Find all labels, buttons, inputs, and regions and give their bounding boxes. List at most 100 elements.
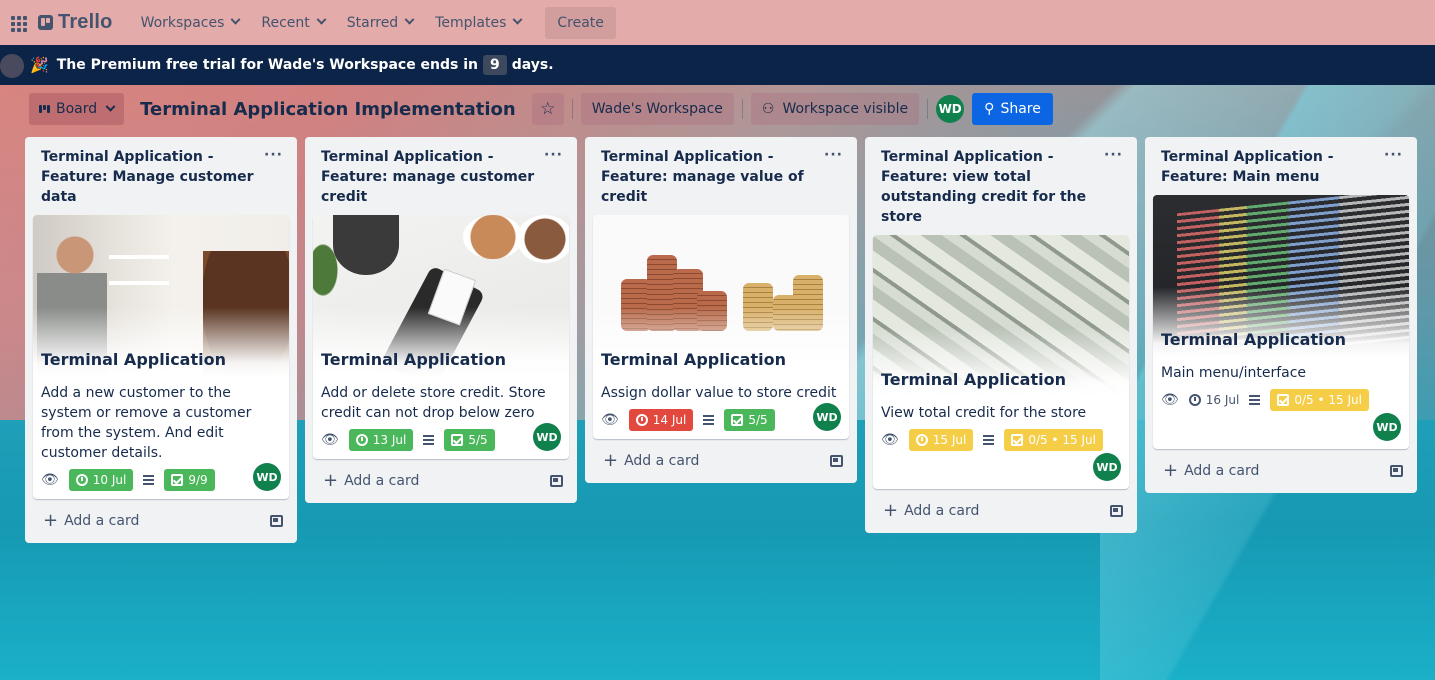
card-title: View total credit for the store [881,405,1087,421]
clock-icon [355,434,368,446]
card-member-avatar[interactable]: WD [1093,453,1121,481]
nav-starred[interactable]: Starred [337,7,423,39]
description-icon [423,435,435,445]
nav-starred-label: Starred [346,14,399,31]
nav-recent-label: Recent [261,14,310,31]
card-cover-image: Terminal Application [33,215,289,377]
visibility-button[interactable]: ⚇ Workspace visible [750,93,920,125]
plus-icon: + [883,500,899,521]
list-title[interactable]: Terminal Application - Feature: manage v… [601,147,821,207]
card-member-avatar[interactable]: WD [533,423,561,451]
banner-suffix: days. [511,57,554,73]
card-template-icon[interactable] [1390,465,1403,477]
due-date-badge[interactable]: 16 Jul [1188,389,1240,411]
card-badges: 👁 16 Jul 0/5 • 15 Jul [1161,389,1401,411]
list-menu-icon[interactable]: ··· [824,147,843,207]
trello-logo[interactable]: Trello [38,11,113,34]
add-card-label: Add a card [64,513,140,529]
trial-banner: 🎉 The Premium free trial for Wade's Work… [0,45,1435,85]
checklist-icon [451,434,464,446]
list-menu-icon[interactable]: ··· [1384,147,1403,187]
chevron-down-icon [316,14,327,25]
list-view-total-outstanding-credit: Terminal Application - Feature: view tot… [865,137,1137,533]
clock-icon [1188,394,1201,406]
card-template-icon[interactable] [550,475,563,487]
watching-icon: 👁 [881,432,899,448]
header-divider [927,99,929,119]
add-card-button[interactable]: + Add a card [323,470,420,491]
card-title: Main menu/interface [1161,365,1307,381]
card[interactable]: Terminal Application Assign dollar value… [593,215,849,439]
list-menu-icon[interactable]: ··· [1104,147,1123,227]
top-navigation: Trello Workspaces Recent Starred Templat… [0,0,1435,45]
card-title: Add or delete store credit. Store credit… [321,385,546,421]
nav-recent[interactable]: Recent [251,7,334,39]
checklist-badge: 0/5 • 15 Jul [1004,429,1103,451]
due-date-text: 15 Jul [932,433,967,447]
list-title[interactable]: Terminal Application - Feature: Main men… [1161,147,1381,187]
people-icon: ⚇ [761,101,775,117]
due-date-text: 13 Jul [372,433,407,447]
card[interactable]: Terminal Application Add or delete store… [313,215,569,459]
add-card-button[interactable]: + Add a card [603,450,700,471]
add-card-button[interactable]: + Add a card [43,512,140,530]
due-date-badge[interactable]: 14 Jul [628,409,694,431]
board-member-avatar[interactable]: WD [936,95,965,123]
card-member-avatar[interactable]: WD [253,463,281,491]
banner-days-badge: 9 [483,55,507,75]
nav-workspaces[interactable]: Workspaces [131,7,250,39]
list-title[interactable]: Terminal Application - Feature: manage c… [321,147,541,207]
due-date-badge[interactable]: 10 Jul [68,469,134,491]
list-title[interactable]: Terminal Application - Feature: view tot… [881,147,1101,227]
checklist-text: 9/9 [188,473,208,487]
checklist-badge: 9/9 [164,469,215,491]
card-member-avatar[interactable]: WD [813,403,841,431]
party-popper-icon: 🎉 [30,56,49,74]
add-card-label: Add a card [624,453,700,469]
card[interactable]: Terminal Application View total credit f… [873,235,1129,489]
list-title[interactable]: Terminal Application - Feature: Manage c… [41,147,261,207]
board-title[interactable]: Terminal Application Implementation [140,99,516,120]
add-card-button[interactable]: + Add a card [883,500,979,521]
plus-icon: + [1163,460,1179,481]
due-date-text: 14 Jul [652,413,687,427]
checklist-icon [1277,394,1290,406]
create-button[interactable]: Create [545,6,616,39]
star-icon: ☆ [540,99,556,119]
card[interactable]: Terminal Application Main menu/interface… [1153,195,1409,449]
watching-icon: 👁 [41,472,59,488]
card-template-icon[interactable] [830,455,843,467]
card-title: Add a new customer to the system or remo… [41,385,252,461]
list-manage-customer-data: Terminal Application - Feature: Manage c… [25,137,297,543]
due-date-badge[interactable]: 15 Jul [908,429,974,451]
add-card-label: Add a card [344,473,420,489]
visibility-label: Workspace visible [782,101,909,117]
card-cover-title: Terminal Application [321,350,506,369]
list-menu-icon[interactable]: ··· [264,147,283,207]
list-manage-customer-credit: Terminal Application - Feature: manage c… [305,137,577,503]
description-icon [703,415,715,425]
due-date-badge[interactable]: 13 Jul [348,429,414,451]
plus-icon: + [603,450,619,471]
share-button[interactable]: ⚲ Share [972,93,1053,125]
card-template-icon[interactable] [270,515,283,527]
due-date-text: 16 Jul [1205,393,1240,407]
card-template-icon[interactable] [1110,505,1123,517]
nav-templates[interactable]: Templates [425,7,531,39]
card[interactable]: Terminal Application Add a new customer … [33,215,289,499]
description-icon [983,435,995,445]
add-card-button[interactable]: + Add a card [1163,460,1259,481]
card-cover-title: Terminal Application [601,350,786,369]
board-view-switcher[interactable]: Board [29,93,125,125]
star-board-button[interactable]: ☆ [531,93,564,125]
description-icon [143,475,155,485]
plus-icon: + [323,470,339,491]
share-label: Share [1000,101,1041,117]
collapsed-sidebar-toggle[interactable] [0,54,24,78]
list-menu-icon[interactable]: ··· [544,147,563,207]
checklist-text: 5/5 [468,433,488,447]
workspace-button[interactable]: Wade's Workspace [580,93,734,125]
checklist-text: 0/5 • 15 Jul [1028,433,1096,447]
card-member-avatar[interactable]: WD [1373,413,1401,441]
app-switcher-icon[interactable] [8,13,28,33]
